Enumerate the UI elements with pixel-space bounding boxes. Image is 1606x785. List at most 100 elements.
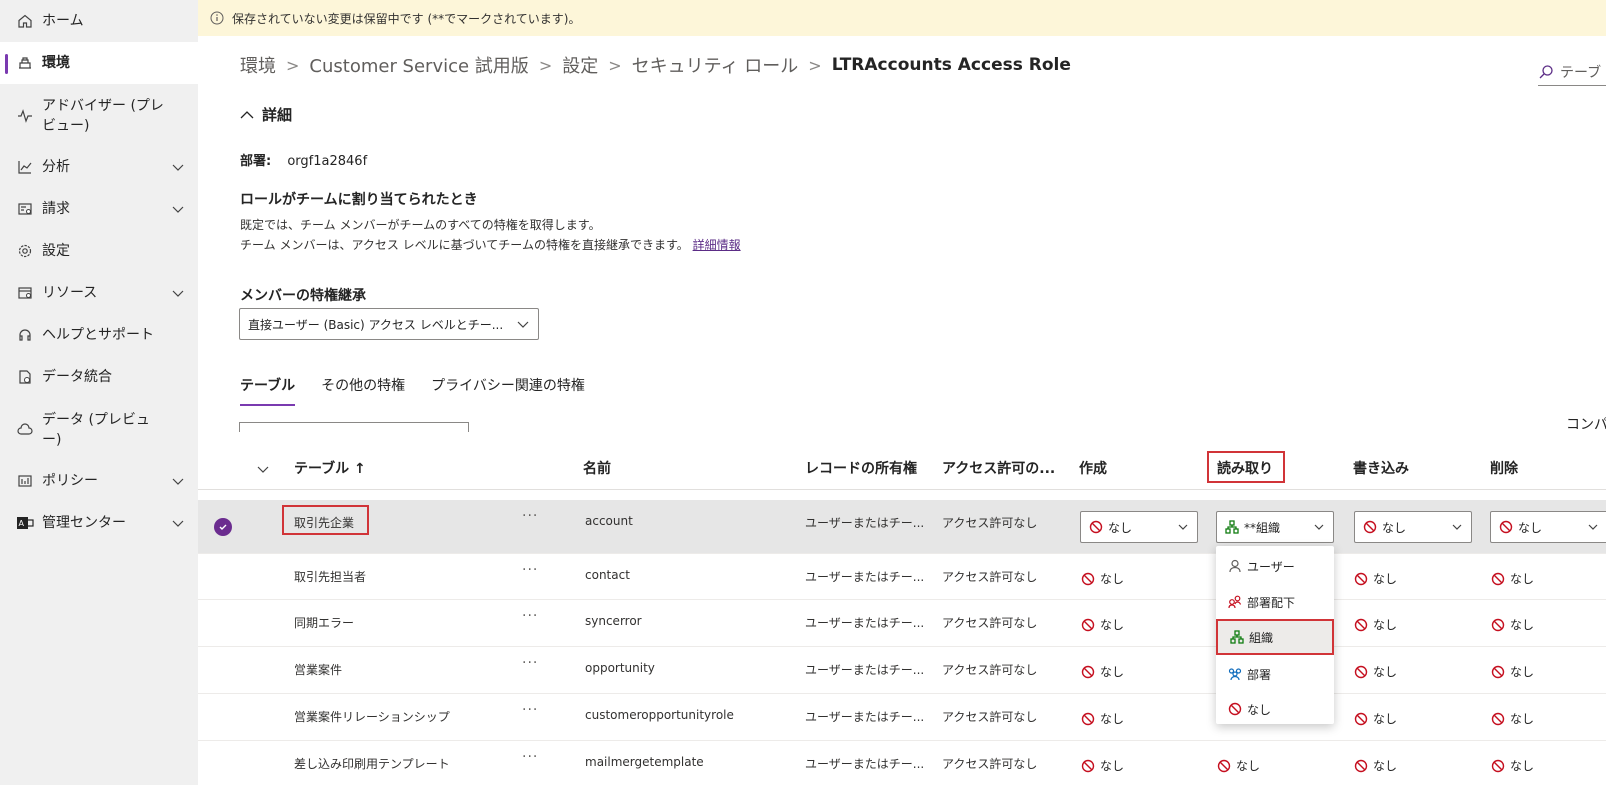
table-row[interactable]: 取引先企業 ··· account ユーザーまたはチー... アクセス許可なし … (198, 500, 1606, 554)
nav-billing[interactable]: 請求 (0, 188, 198, 230)
more-actions-icon[interactable]: ··· (522, 749, 538, 765)
table-row[interactable]: 差し込み印刷用テンプレート ··· mailmergetemplate ユーザー… (198, 741, 1606, 785)
more-actions-icon[interactable]: ··· (522, 508, 538, 524)
details-toggle[interactable]: 詳細 (240, 104, 292, 125)
chevron-down-icon[interactable] (170, 285, 186, 301)
privilege-tabs: テーブル その他の特権 プライバシー関連の特権 (240, 375, 611, 406)
delete-permission[interactable]: なし (1491, 710, 1534, 727)
none-icon (1217, 759, 1231, 772)
create-permission[interactable]: なし (1081, 663, 1124, 680)
learn-more-link[interactable]: 詳細情報 (693, 238, 741, 252)
nav-data-integration[interactable]: データ統合 (0, 356, 198, 398)
none-icon (1354, 572, 1368, 585)
write-permission[interactable]: なし (1354, 616, 1397, 633)
chevron-down-icon[interactable] (170, 515, 186, 531)
nav-policies[interactable]: ポリシー (0, 460, 198, 502)
create-permission[interactable]: なし (1081, 616, 1124, 633)
cell-table[interactable]: 同期エラー (294, 614, 354, 631)
nav-environment[interactable]: 環境 (0, 42, 198, 84)
privilege-inheritance-dropdown[interactable]: 直接ユーザー (Basic) アクセス レベルとチー... (239, 308, 539, 340)
cell-ownership: ユーザーまたはチー... (805, 663, 925, 677)
cell-table[interactable]: 差し込み印刷用テンプレート (294, 755, 450, 772)
cell-table[interactable]: 営業案件 (294, 661, 342, 678)
cell-table[interactable]: 取引先企業 (294, 514, 354, 531)
none-icon (1354, 712, 1368, 725)
read-header-highlight (1207, 451, 1285, 483)
nav-admin-center[interactable]: A 管理センター (0, 502, 198, 544)
header-ownership[interactable]: レコードの所有権 (805, 458, 917, 478)
create-permission[interactable]: なし (1081, 757, 1124, 774)
nav-advisor[interactable]: アドバイザー (プレビュー) (0, 90, 198, 142)
read-permission[interactable]: なし (1217, 757, 1260, 774)
table-row[interactable]: 取引先担当者 ··· contact ユーザーまたはチー... アクセス許可なし… (198, 554, 1606, 600)
cell-table[interactable]: 取引先担当者 (294, 568, 366, 585)
more-actions-icon[interactable]: ··· (522, 702, 538, 718)
header-create[interactable]: 作成 (1079, 458, 1107, 478)
create-permission[interactable]: なし (1081, 570, 1124, 587)
table-row[interactable]: 営業案件リレーションシップ ··· customeropportunityrol… (198, 694, 1606, 741)
header-write[interactable]: 書き込み (1353, 458, 1409, 478)
menu-option-child-business-units[interactable]: 部署配下 (1216, 584, 1334, 620)
header-access[interactable]: アクセス許可の... (942, 458, 1055, 478)
cell-table[interactable]: 営業案件リレーションシップ (294, 708, 450, 725)
row-selected-check-icon[interactable] (214, 518, 232, 536)
menu-option-user[interactable]: ユーザー (1216, 548, 1334, 584)
write-permission[interactable]: なし (1354, 757, 1397, 774)
breadcrumb-item-trial[interactable]: Customer Service 試用版 (309, 52, 528, 78)
delete-permission-dropdown[interactable]: なし (1490, 511, 1606, 543)
nav-policies-label: ポリシー (42, 473, 98, 489)
table-row[interactable]: 同期エラー ··· syncerror ユーザーまたはチー... アクセス許可な… (198, 600, 1606, 647)
write-permission[interactable]: なし (1354, 663, 1397, 680)
nav-settings[interactable]: 設定 (0, 230, 198, 272)
header-delete[interactable]: 削除 (1490, 458, 1518, 478)
read-permission-dropdown[interactable]: **組織 (1216, 511, 1334, 543)
breadcrumb-item-environment[interactable]: 環境 (240, 52, 276, 78)
write-permission[interactable]: なし (1354, 570, 1397, 587)
breadcrumb-item-security-roles[interactable]: セキュリティ ロール (632, 52, 799, 78)
cell-access: アクセス許可なし (942, 570, 1038, 584)
table-search-input[interactable]: テーブ (1538, 58, 1606, 86)
nav-data-preview[interactable]: データ (プレビュー) (0, 404, 198, 456)
chevron-down-icon[interactable] (170, 201, 186, 217)
cell-ownership: ユーザーまたはチー... (805, 757, 925, 771)
write-permission-value: なし (1373, 712, 1398, 726)
compact-toggle-label[interactable]: コンパ (1566, 414, 1606, 434)
cell-access: アクセス許可なし (942, 663, 1038, 677)
department-key: 部署: (240, 154, 272, 169)
create-permission-dropdown[interactable]: なし (1080, 511, 1198, 543)
create-permission[interactable]: なし (1081, 710, 1124, 727)
chevron-down-icon[interactable] (170, 473, 186, 489)
chart-icon (16, 158, 34, 176)
more-actions-icon[interactable]: ··· (522, 562, 538, 578)
delete-permission[interactable]: なし (1491, 663, 1534, 680)
nav-resources[interactable]: リソース (0, 272, 198, 314)
nav-analytics[interactable]: 分析 (0, 146, 198, 188)
write-permission-value: なし (1373, 665, 1398, 679)
nav-home[interactable]: ホーム (0, 0, 198, 42)
write-permission[interactable]: なし (1354, 710, 1397, 727)
menu-option-none[interactable]: なし (1216, 691, 1334, 727)
filter-input[interactable] (239, 422, 469, 432)
more-actions-icon[interactable]: ··· (522, 655, 538, 671)
header-table[interactable]: テーブル ↑ (294, 458, 366, 478)
breadcrumb-item-settings[interactable]: 設定 (562, 52, 598, 78)
write-permission-dropdown[interactable]: なし (1354, 511, 1472, 543)
header-name[interactable]: 名前 (583, 458, 611, 478)
chevron-down-icon[interactable] (256, 462, 270, 476)
chevron-down-icon (1178, 524, 1188, 530)
delete-permission[interactable]: なし (1491, 757, 1534, 774)
cell-access: アクセス許可なし (942, 757, 1038, 771)
table-row[interactable]: 営業案件 ··· opportunity ユーザーまたはチー... アクセス許可… (198, 647, 1606, 694)
delete-permission[interactable]: なし (1491, 570, 1534, 587)
chevron-down-icon[interactable] (170, 159, 186, 175)
tab-privacy-privileges[interactable]: プライバシー関連の特権 (431, 375, 585, 406)
menu-option-business-unit[interactable]: 部署 (1216, 656, 1334, 692)
tab-other-privileges[interactable]: その他の特権 (321, 375, 405, 406)
tab-tables[interactable]: テーブル (240, 375, 296, 406)
breadcrumb-separator: > (286, 55, 300, 75)
menu-option-organization[interactable]: 組織 (1216, 619, 1334, 655)
more-actions-icon[interactable]: ··· (522, 608, 538, 624)
delete-permission[interactable]: なし (1491, 616, 1534, 633)
nav-help[interactable]: ヘルプとサポート (0, 314, 198, 356)
create-permission-value: なし (1100, 572, 1125, 586)
